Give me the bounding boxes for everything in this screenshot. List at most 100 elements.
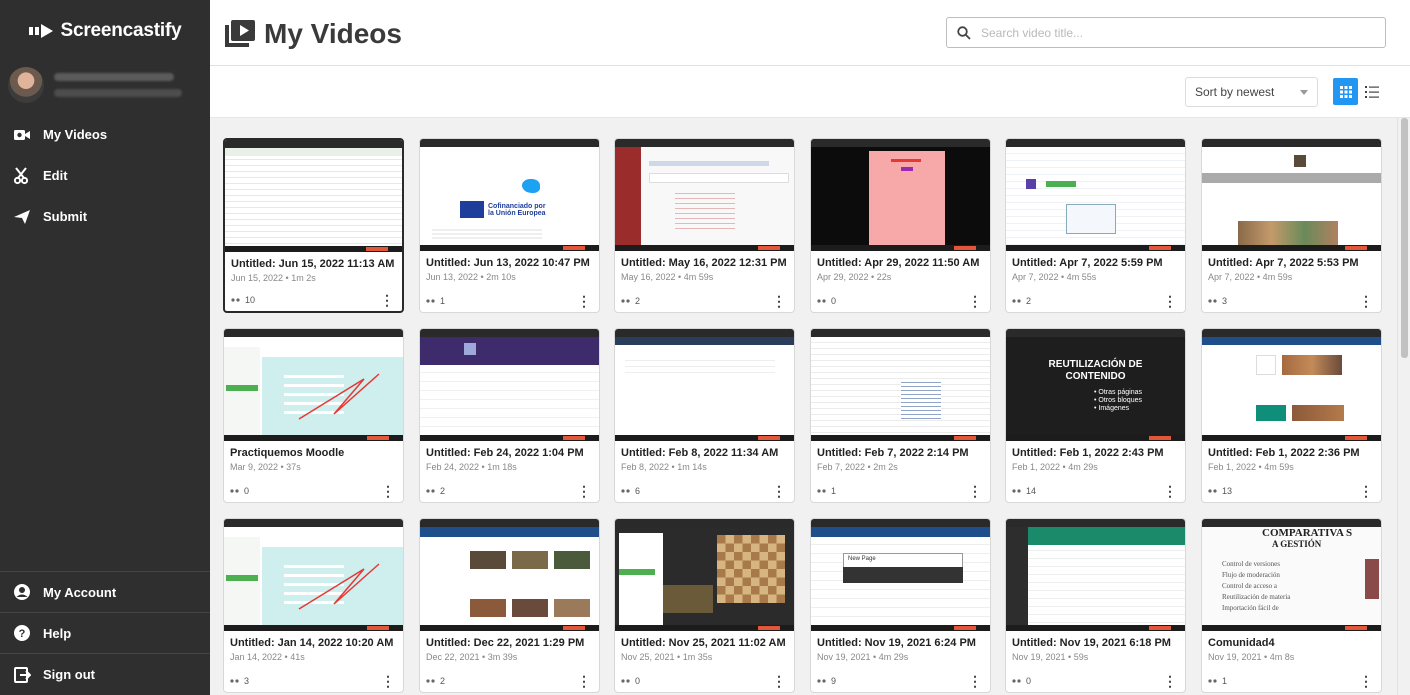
more-options-icon[interactable]: ⋮ bbox=[772, 484, 786, 498]
video-title[interactable]: Untitled: Apr 29, 2022 11:50 AM bbox=[811, 251, 990, 269]
more-options-icon[interactable]: ⋮ bbox=[1359, 484, 1373, 498]
video-title[interactable]: Untitled: Apr 7, 2022 5:53 PM bbox=[1202, 251, 1381, 269]
video-card[interactable]: Practiquemos Moodle Mar 9, 2022 • 37s 0 ⋮ bbox=[223, 328, 404, 503]
nav-submit[interactable]: Submit bbox=[0, 196, 210, 237]
video-thumbnail[interactable]: COMPARATIVA SA GESTIÓN Control de version… bbox=[1202, 519, 1381, 631]
more-options-icon[interactable]: ⋮ bbox=[577, 484, 591, 498]
video-title[interactable]: Untitled: Feb 7, 2022 2:14 PM bbox=[811, 441, 990, 459]
video-title[interactable]: Untitled: Apr 7, 2022 5:59 PM bbox=[1006, 251, 1185, 269]
video-thumbnail[interactable] bbox=[420, 329, 599, 441]
nav-sign-out[interactable]: Sign out bbox=[0, 654, 210, 695]
video-title[interactable]: Untitled: Nov 19, 2021 6:24 PM bbox=[811, 631, 990, 649]
more-options-icon[interactable]: ⋮ bbox=[1359, 674, 1373, 688]
video-thumbnail[interactable] bbox=[224, 329, 403, 441]
more-options-icon[interactable]: ⋮ bbox=[968, 674, 982, 688]
video-title[interactable]: Untitled: Nov 19, 2021 6:18 PM bbox=[1006, 631, 1185, 649]
video-thumbnail[interactable] bbox=[615, 329, 794, 441]
video-title[interactable]: Untitled: Jan 14, 2022 10:20 AM bbox=[224, 631, 403, 649]
main-nav: My Videos Edit Submit bbox=[0, 114, 210, 237]
more-options-icon[interactable]: ⋮ bbox=[1163, 294, 1177, 308]
video-card[interactable]: REUTILIZACIÓN DE CONTENIDO • Otras página… bbox=[1005, 328, 1186, 503]
video-title[interactable]: Untitled: Feb 1, 2022 2:36 PM bbox=[1202, 441, 1381, 459]
video-card[interactable]: Untitled: Feb 7, 2022 2:14 PM Feb 7, 2022… bbox=[810, 328, 991, 503]
nav-help[interactable]: ? Help bbox=[0, 613, 210, 654]
view-count: 14 bbox=[1012, 486, 1036, 496]
video-card[interactable]: COMPARATIVA SA GESTIÓN Control de version… bbox=[1201, 518, 1382, 693]
more-options-icon[interactable]: ⋮ bbox=[380, 293, 394, 307]
video-title[interactable]: Untitled: Nov 25, 2021 11:02 AM bbox=[615, 631, 794, 649]
views-icon bbox=[426, 299, 435, 303]
video-title[interactable]: Untitled: Dec 22, 2021 1:29 PM bbox=[420, 631, 599, 649]
more-options-icon[interactable]: ⋮ bbox=[381, 484, 395, 498]
video-title[interactable]: Untitled: Jun 13, 2022 10:47 PM bbox=[420, 251, 599, 269]
video-thumbnail[interactable] bbox=[420, 519, 599, 631]
video-card[interactable]: Untitled: Feb 1, 2022 2:36 PM Feb 1, 2022… bbox=[1201, 328, 1382, 503]
more-options-icon[interactable]: ⋮ bbox=[1163, 674, 1177, 688]
video-card[interactable]: Untitled: Apr 29, 2022 11:50 AM Apr 29, 2… bbox=[810, 138, 991, 313]
video-card[interactable]: Untitled: Apr 7, 2022 5:53 PM Apr 7, 2022… bbox=[1201, 138, 1382, 313]
grid-view-button[interactable] bbox=[1333, 78, 1358, 105]
video-title[interactable]: Practiquemos Moodle bbox=[224, 441, 403, 459]
video-thumbnail[interactable] bbox=[1202, 329, 1381, 441]
video-card[interactable]: Untitled: Jan 14, 2022 10:20 AM Jan 14, 2… bbox=[223, 518, 404, 693]
search-box[interactable] bbox=[946, 17, 1386, 48]
view-count-value: 1 bbox=[1222, 676, 1228, 686]
video-thumbnail[interactable] bbox=[225, 140, 402, 252]
video-meta: Jun 15, 2022 • 1m 2s bbox=[231, 273, 316, 283]
video-card[interactable]: Untitled: Dec 22, 2021 1:29 PM Dec 22, 20… bbox=[419, 518, 600, 693]
scrollbar[interactable] bbox=[1397, 118, 1410, 695]
video-card[interactable]: Untitled: Jun 15, 2022 11:13 AM Jun 15, 2… bbox=[223, 138, 404, 313]
video-thumbnail[interactable]: Cofinanciado por la Unión Europea bbox=[420, 139, 599, 251]
video-card[interactable]: Untitled: Feb 24, 2022 1:04 PM Feb 24, 20… bbox=[419, 328, 600, 503]
video-title[interactable]: Comunidad4 bbox=[1202, 631, 1381, 649]
video-card[interactable]: New Page Untitled: Nov 19, 2021 6:24 PM No… bbox=[810, 518, 991, 693]
list-view-button[interactable] bbox=[1359, 78, 1384, 105]
video-title[interactable]: Untitled: Feb 24, 2022 1:04 PM bbox=[420, 441, 599, 459]
video-thumbnail[interactable] bbox=[1006, 139, 1185, 251]
view-count: 1 bbox=[817, 486, 836, 496]
more-options-icon[interactable]: ⋮ bbox=[577, 674, 591, 688]
scissors-icon bbox=[13, 166, 29, 184]
video-thumbnail[interactable]: New Page bbox=[811, 519, 990, 631]
more-options-icon[interactable]: ⋮ bbox=[381, 674, 395, 688]
video-title[interactable]: Untitled: Feb 1, 2022 2:43 PM bbox=[1006, 441, 1185, 459]
views-icon bbox=[230, 489, 239, 493]
search-input[interactable] bbox=[981, 25, 1371, 40]
video-title[interactable]: Untitled: Feb 8, 2022 11:34 AM bbox=[615, 441, 794, 459]
video-card[interactable]: Untitled: Feb 8, 2022 11:34 AM Feb 8, 202… bbox=[614, 328, 795, 503]
nav-my-videos[interactable]: My Videos bbox=[0, 114, 210, 155]
video-footer: 3 ⋮ bbox=[1208, 294, 1373, 308]
more-options-icon[interactable]: ⋮ bbox=[772, 294, 786, 308]
scrollbar-thumb[interactable] bbox=[1401, 118, 1408, 358]
video-title[interactable]: Untitled: Jun 15, 2022 11:13 AM bbox=[225, 252, 402, 270]
more-options-icon[interactable]: ⋮ bbox=[968, 484, 982, 498]
view-count-value: 2 bbox=[440, 676, 446, 686]
user-profile[interactable] bbox=[0, 62, 210, 108]
video-thumbnail[interactable] bbox=[615, 139, 794, 251]
more-options-icon[interactable]: ⋮ bbox=[577, 294, 591, 308]
video-title[interactable]: Untitled: May 16, 2022 12:31 PM bbox=[615, 251, 794, 269]
video-thumbnail[interactable] bbox=[1202, 139, 1381, 251]
video-thumbnail[interactable] bbox=[811, 139, 990, 251]
sign-out-icon bbox=[14, 666, 31, 683]
video-card[interactable]: Untitled: Apr 7, 2022 5:59 PM Apr 7, 2022… bbox=[1005, 138, 1186, 313]
video-thumbnail[interactable] bbox=[615, 519, 794, 631]
more-options-icon[interactable]: ⋮ bbox=[1359, 294, 1373, 308]
nav-edit-label: Edit bbox=[43, 168, 68, 183]
video-card[interactable]: Cofinanciado por la Unión Europea Untitled… bbox=[419, 138, 600, 313]
video-card[interactable]: Untitled: May 16, 2022 12:31 PM May 16, 2… bbox=[614, 138, 795, 313]
sort-dropdown[interactable]: Sort by newest bbox=[1185, 77, 1318, 107]
video-thumbnail[interactable] bbox=[224, 519, 403, 631]
brand-logo[interactable]: Screencastify bbox=[0, 0, 210, 62]
video-card[interactable]: Untitled: Nov 19, 2021 6:18 PM Nov 19, 20… bbox=[1005, 518, 1186, 693]
nav-edit[interactable]: Edit bbox=[0, 155, 210, 196]
more-options-icon[interactable]: ⋮ bbox=[772, 674, 786, 688]
more-options-icon[interactable]: ⋮ bbox=[1163, 484, 1177, 498]
nav-my-account[interactable]: My Account bbox=[0, 572, 210, 613]
video-thumbnail[interactable] bbox=[1006, 519, 1185, 631]
video-meta: Feb 7, 2022 • 2m 2s bbox=[817, 462, 898, 472]
video-card[interactable]: Untitled: Nov 25, 2021 11:02 AM Nov 25, 2… bbox=[614, 518, 795, 693]
video-thumbnail[interactable]: REUTILIZACIÓN DE CONTENIDO • Otras página… bbox=[1006, 329, 1185, 441]
video-thumbnail[interactable] bbox=[811, 329, 990, 441]
more-options-icon[interactable]: ⋮ bbox=[968, 294, 982, 308]
